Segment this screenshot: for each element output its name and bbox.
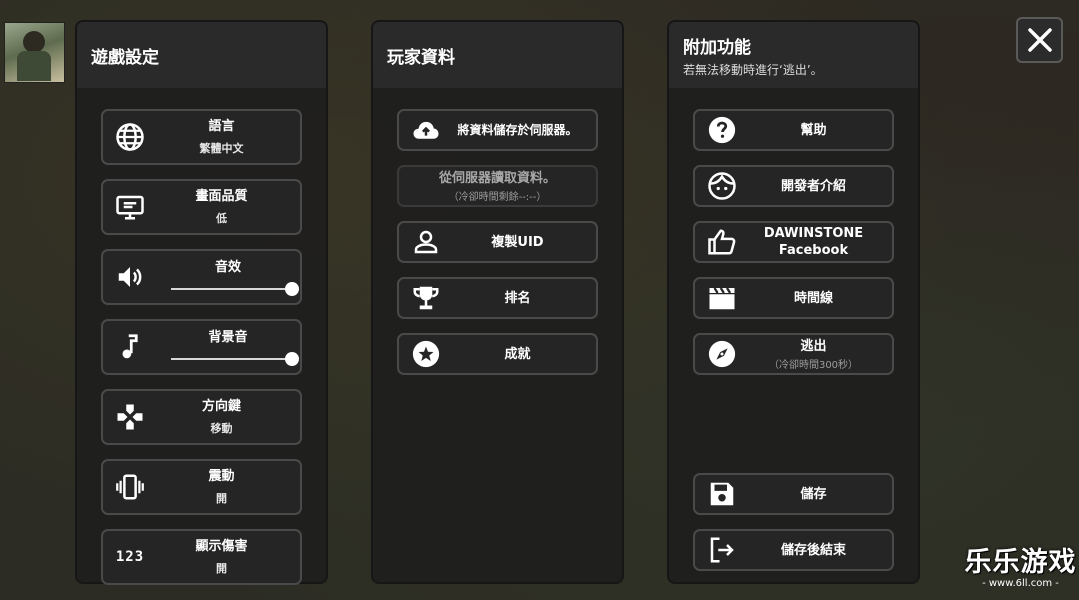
game-settings-header: 遊戲設定 xyxy=(77,22,326,88)
vibration-icon xyxy=(116,474,144,500)
exit-icon xyxy=(710,537,734,563)
achievements-label: 成就 xyxy=(504,346,531,362)
watermark-title: 乐乐游戏 xyxy=(964,547,1077,578)
star-circle-icon xyxy=(412,340,440,368)
music-slider-knob[interactable] xyxy=(285,351,299,366)
close-button[interactable] xyxy=(1016,17,1063,63)
help-label: 幫助 xyxy=(800,122,827,138)
vibration-button[interactable]: 震動 開 xyxy=(101,459,302,515)
game-settings-panel: 遊戲設定 語言 繁體中文 畫面品質 低 音效 背景音 方向鍵 移動 震動 開 1… xyxy=(75,20,328,585)
escape-cooldown-text: （冷卻時間300秒） xyxy=(768,359,859,371)
monitor-settings-icon xyxy=(116,195,144,220)
dpad-button[interactable]: 方向鍵 移動 xyxy=(101,389,302,445)
save-and-quit-label: 儲存後結束 xyxy=(780,542,846,558)
ranking-button[interactable]: 排名 xyxy=(397,277,598,319)
clapperboard-icon xyxy=(709,287,735,310)
developer-intro-label: 開發者介紹 xyxy=(780,178,846,194)
load-cooldown-text: （冷卻時間剩餘--:--） xyxy=(448,191,547,203)
player-avatar[interactable] xyxy=(4,22,65,83)
ranking-label: 排名 xyxy=(504,290,531,306)
save-button[interactable]: 儲存 xyxy=(693,473,894,515)
copy-uid-button[interactable]: 複製UID xyxy=(397,221,598,263)
quality-label: 畫面品質 xyxy=(195,189,248,204)
game-settings-title: 遊戲設定 xyxy=(91,47,159,68)
load-from-server-button[interactable]: 從伺服器讀取資料。 （冷卻時間剩餘--:--） xyxy=(397,165,598,207)
escape-button[interactable]: 逃出 （冷卻時間300秒） xyxy=(693,333,894,375)
language-value: 繁體中文 xyxy=(199,142,244,155)
player-data-title: 玩家資料 xyxy=(387,47,455,68)
extra-features-title: 附加功能 xyxy=(683,37,751,58)
save-label: 儲存 xyxy=(800,486,827,502)
cloud-upload-icon xyxy=(413,121,439,139)
close-icon xyxy=(1027,28,1052,52)
extra-features-header: 附加功能 若無法移動時進行‘逃出’。 xyxy=(669,22,918,88)
developer-intro-button[interactable]: 開發者介紹 xyxy=(693,165,894,207)
load-from-server-label: 從伺服器讀取資料。 xyxy=(438,170,556,186)
player-data-header: 玩家資料 xyxy=(373,22,622,88)
save-and-quit-button[interactable]: 儲存後結束 xyxy=(693,529,894,571)
help-circle-icon xyxy=(708,116,736,144)
trophy-icon xyxy=(413,286,439,310)
face-icon xyxy=(708,172,736,200)
quality-value: 低 xyxy=(216,212,227,225)
numbers-123-icon: 123 xyxy=(115,549,145,565)
damage-value: 開 xyxy=(216,562,227,575)
language-button[interactable]: 語言 繁體中文 xyxy=(101,109,302,165)
compass-icon xyxy=(708,340,736,368)
watermark: 乐乐游戏 - www.6ll.com - xyxy=(962,548,1079,590)
music-label: 背景音 xyxy=(208,329,248,345)
save-to-server-label: 將資料儲存於伺服器。 xyxy=(457,122,578,137)
save-to-server-button[interactable]: 將資料儲存於伺服器。 xyxy=(397,109,598,151)
globe-icon xyxy=(116,123,144,151)
sound-slider-track xyxy=(171,287,293,290)
damage-label: 顯示傷害 xyxy=(195,539,248,554)
music-slider-track xyxy=(171,357,293,360)
player-data-panel: 玩家資料 將資料儲存於伺服器。 從伺服器讀取資料。 （冷卻時間剩餘--:--） … xyxy=(371,20,624,584)
floppy-disk-icon xyxy=(710,482,734,506)
dpad-label: 方向鍵 xyxy=(201,399,241,414)
dpad-icon xyxy=(117,404,143,430)
speaker-icon xyxy=(118,267,142,287)
escape-label: 逃出 xyxy=(800,338,827,354)
facebook-button[interactable]: DAWINSTONE Facebook xyxy=(693,221,894,263)
music-setting: 背景音 xyxy=(101,319,302,375)
thumb-up-icon xyxy=(708,229,736,255)
quality-button[interactable]: 畫面品質 低 xyxy=(101,179,302,235)
help-button[interactable]: 幫助 xyxy=(693,109,894,151)
sound-slider[interactable] xyxy=(171,281,299,296)
vibration-value: 開 xyxy=(216,492,227,505)
copy-uid-label: 複製UID xyxy=(491,234,544,250)
sound-setting: 音效 xyxy=(101,249,302,305)
sound-slider-knob[interactable] xyxy=(285,281,299,296)
achievements-button[interactable]: 成就 xyxy=(397,333,598,375)
music-slider[interactable] xyxy=(171,351,299,366)
timeline-label: 時間線 xyxy=(793,290,833,306)
language-label: 語言 xyxy=(208,119,235,134)
extra-features-subtitle: 若無法移動時進行‘逃出’。 xyxy=(683,62,823,77)
timeline-button[interactable]: 時間線 xyxy=(693,277,894,319)
facebook-line2: Facebook xyxy=(778,243,849,258)
extra-features-panel: 附加功能 若無法移動時進行‘逃出’。 幫助 開發者介紹 DAWINSTONE F… xyxy=(667,20,920,584)
sound-label: 音效 xyxy=(214,259,241,275)
facebook-line1: DAWINSTONE xyxy=(763,226,864,241)
damage-display-button[interactable]: 123 顯示傷害 開 xyxy=(101,529,302,585)
vibration-label: 震動 xyxy=(208,469,235,484)
music-note-icon xyxy=(122,334,138,359)
watermark-url: - www.6ll.com - xyxy=(982,578,1059,589)
person-icon xyxy=(414,230,438,254)
dpad-value: 移動 xyxy=(210,422,233,435)
